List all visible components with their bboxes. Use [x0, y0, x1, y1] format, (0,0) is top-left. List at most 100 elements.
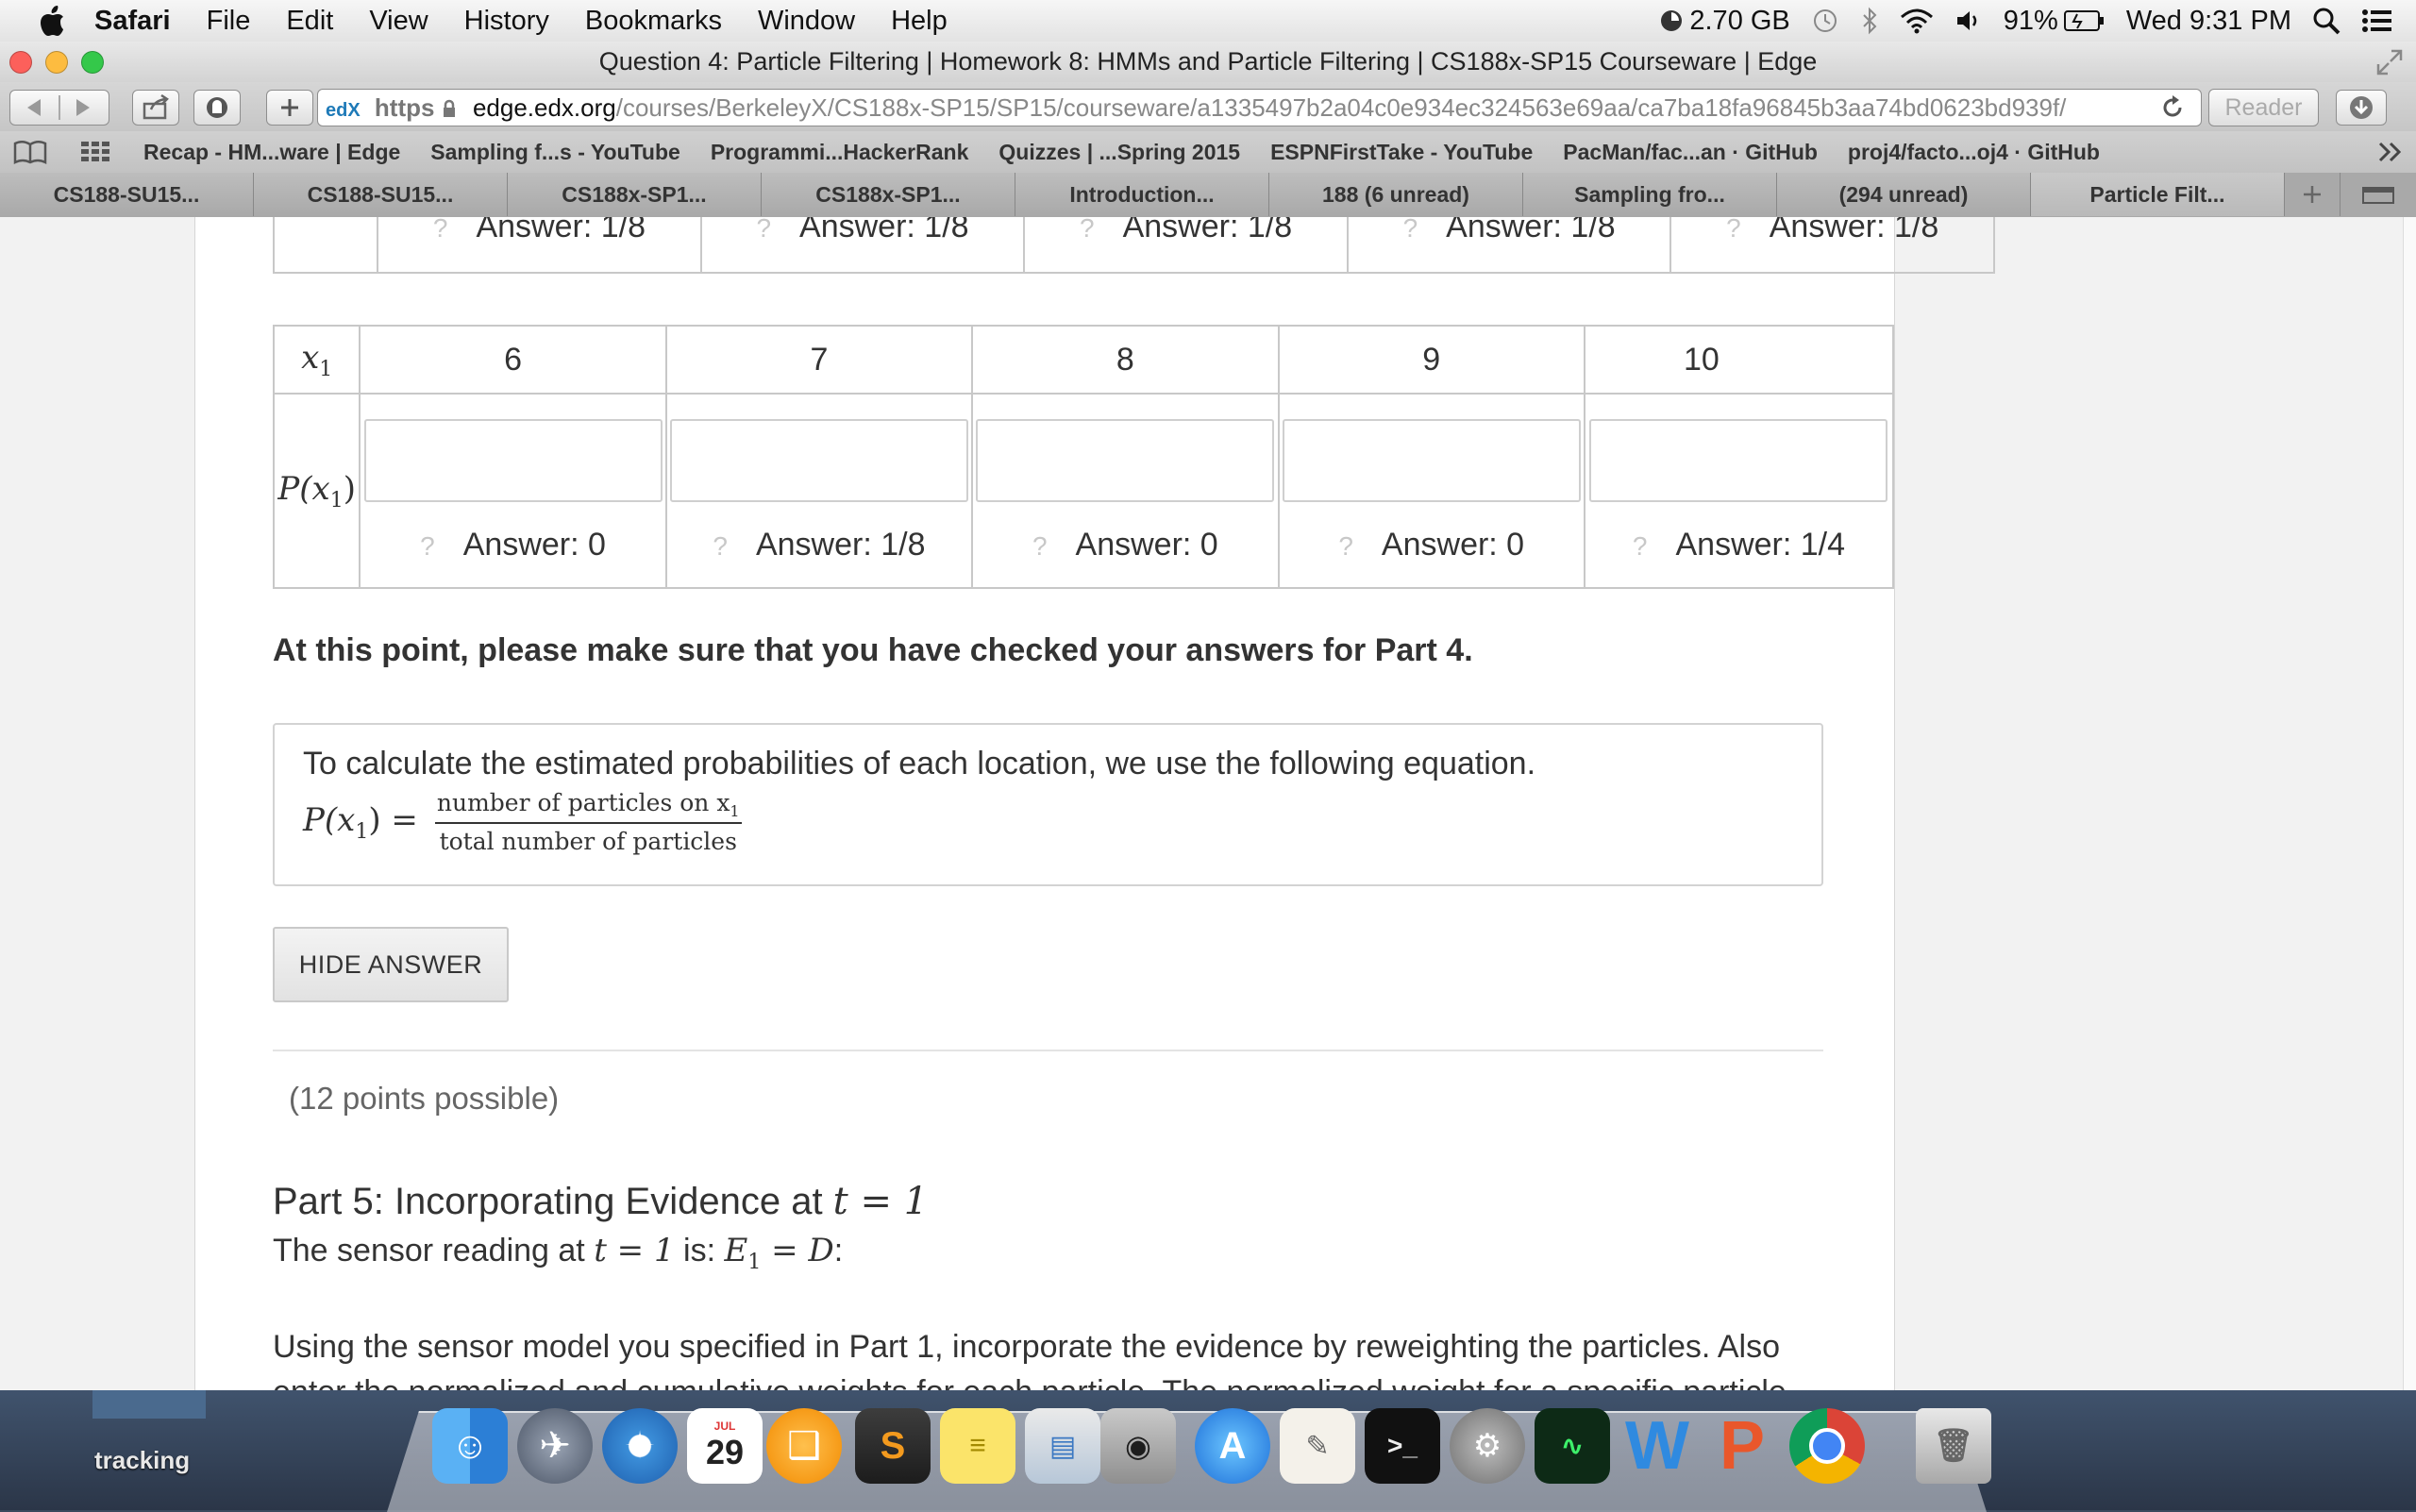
apple-menu-icon[interactable] — [38, 5, 66, 37]
spotlight-search-icon[interactable] — [2312, 7, 2340, 35]
volume-icon[interactable] — [1955, 8, 1983, 34]
menu-help[interactable]: Help — [891, 6, 948, 37]
probability-input[interactable] — [1589, 418, 1888, 502]
new-tab-button[interactable] — [266, 90, 313, 126]
probability-input[interactable] — [363, 418, 663, 502]
app-store-icon[interactable]: A — [1195, 1408, 1270, 1484]
battery-percent[interactable]: 91% — [2004, 6, 2058, 37]
system-preferences-icon[interactable]: ⚙ — [1450, 1408, 1525, 1484]
hide-answer-button[interactable]: HIDE ANSWER — [273, 927, 509, 1002]
bookmark-item[interactable]: PacMan/fac...an · GitHub — [1563, 140, 1818, 165]
chrome-icon[interactable] — [1789, 1408, 1865, 1484]
page-scrollbar[interactable] — [2403, 217, 2416, 1390]
address-bar[interactable]: edX https edge.edx.org/courses/BerkeleyX… — [317, 89, 2202, 126]
help-icon[interactable]: ? — [1338, 531, 1353, 561]
wifi-icon[interactable] — [1900, 8, 1934, 34]
sensor-t-math: t = 1 — [594, 1232, 674, 1269]
tab-item-active[interactable]: Particle Filt... — [2031, 173, 2285, 216]
probability-input[interactable] — [669, 418, 968, 502]
menu-window[interactable]: Window — [758, 6, 855, 37]
finder-icon[interactable]: ☺ — [432, 1408, 508, 1484]
menu-history[interactable]: History — [464, 6, 549, 37]
x-subscript: 1 — [319, 357, 333, 381]
menu-file[interactable]: File — [207, 6, 251, 37]
help-icon[interactable]: ? — [1080, 217, 1095, 243]
bookmark-item[interactable]: Programmi...HackerRank — [711, 140, 969, 165]
word-icon[interactable]: W — [1619, 1408, 1695, 1484]
ibooks-icon[interactable]: ❑ — [766, 1408, 842, 1484]
tab-item[interactable]: CS188x-SP1... — [508, 173, 762, 216]
tab-item[interactable]: CS188-SU15... — [0, 173, 254, 216]
launchpad-icon[interactable]: ✈ — [517, 1408, 593, 1484]
sublime-text-icon[interactable]: S — [855, 1408, 931, 1484]
new-tab-plus[interactable] — [2285, 173, 2340, 216]
answer-text: Answer: 1/4 — [1675, 526, 1846, 563]
calendar-icon[interactable]: JUL 29 — [687, 1408, 763, 1484]
more-bookmarks-chevron-icon[interactable] — [2376, 140, 2405, 164]
desktop-folder-label[interactable]: tracking — [94, 1446, 190, 1475]
bookmark-item[interactable]: ESPNFirstTake - YouTube — [1270, 140, 1533, 165]
bookmark-item[interactable]: Quizzes | ...Spring 2015 — [998, 140, 1240, 165]
activity-monitor-icon[interactable]: ∿ — [1535, 1408, 1610, 1484]
reading-list-icon[interactable] — [13, 138, 47, 166]
battery-icon[interactable] — [2063, 8, 2106, 33]
help-icon[interactable]: ? — [1403, 217, 1418, 243]
tab-item[interactable]: (294 unread) — [1777, 173, 2031, 216]
calendar-day: 29 — [705, 1433, 745, 1471]
tab-item[interactable]: Sampling fro... — [1523, 173, 1777, 216]
input-cell: ? Answer: 1/4 — [1583, 393, 1895, 589]
memory-status[interactable]: 2.70 GB — [1659, 6, 1790, 37]
facetime-icon[interactable]: ◉ — [1100, 1408, 1176, 1484]
close-window-button[interactable] — [9, 51, 32, 74]
menu-bookmarks[interactable]: Bookmarks — [585, 6, 722, 37]
top-sites-icon[interactable] — [79, 140, 111, 164]
bookmark-item[interactable]: Recap - HM...ware | Edge — [143, 140, 400, 165]
tab-item[interactable]: CS188x-SP1... — [762, 173, 1015, 216]
menu-safari[interactable]: Safari — [94, 6, 171, 37]
tab-overview-button[interactable] — [2340, 173, 2416, 217]
help-icon[interactable]: ? — [1726, 217, 1741, 243]
menu-bar: Safari File Edit View History Bookmarks … — [0, 0, 2416, 42]
clock[interactable]: Wed 9:31 PM — [2126, 6, 2291, 37]
reload-icon[interactable] — [2159, 94, 2186, 121]
answer-cell: ? Answer: 1/8 — [377, 217, 702, 274]
probability-input[interactable] — [976, 418, 1275, 502]
sensor-e-rest: = D — [761, 1232, 834, 1269]
downloads-button[interactable] — [2336, 90, 2387, 126]
minimize-window-button[interactable] — [45, 51, 68, 74]
share-button[interactable] — [132, 90, 179, 126]
bookmark-item[interactable]: Sampling f...s - YouTube — [430, 140, 680, 165]
time-machine-icon[interactable] — [1811, 7, 1839, 35]
terminal-icon[interactable]: >_ — [1365, 1408, 1440, 1484]
p-x1-label-cell: P(x1) — [272, 393, 361, 589]
stickies-icon[interactable]: ≡ — [940, 1408, 1015, 1484]
lock-icon — [443, 99, 455, 117]
safari-icon[interactable]: ✦ — [602, 1408, 678, 1484]
help-icon[interactable]: ? — [420, 531, 435, 561]
bookmark-item[interactable]: proj4/facto...oj4 · GitHub — [1848, 140, 2100, 165]
tab-item[interactable]: Introduction... — [1015, 173, 1269, 216]
help-icon[interactable]: ? — [433, 217, 448, 243]
share-icon — [143, 94, 169, 120]
textedit-icon[interactable]: ✎ — [1280, 1408, 1355, 1484]
menu-edit[interactable]: Edit — [286, 6, 333, 37]
powerpoint-icon[interactable]: P — [1704, 1408, 1780, 1484]
preview-icon[interactable]: ▤ — [1025, 1408, 1100, 1484]
trash-icon[interactable]: 🗑 — [1916, 1408, 1991, 1484]
help-icon[interactable]: ? — [1633, 531, 1648, 561]
reader-button[interactable]: Reader — [2208, 89, 2319, 126]
help-icon[interactable]: ? — [756, 217, 771, 243]
zoom-window-button[interactable] — [81, 51, 104, 74]
tab-item[interactable]: 188 (6 unread) — [1269, 173, 1523, 216]
help-icon[interactable]: ? — [1032, 531, 1048, 561]
answer-text: Answer: 1/8 — [476, 217, 646, 244]
probability-input[interactable] — [1282, 418, 1581, 502]
ghostery-button[interactable] — [193, 90, 241, 126]
notification-center-icon[interactable] — [2361, 8, 2393, 34]
menu-view[interactable]: View — [369, 6, 428, 37]
back-forward-buttons[interactable] — [9, 90, 109, 126]
bluetooth-icon[interactable] — [1860, 7, 1879, 35]
help-icon[interactable]: ? — [713, 531, 728, 561]
tab-item[interactable]: CS188-SU15... — [254, 173, 508, 216]
fullscreen-icon[interactable] — [2376, 49, 2403, 76]
